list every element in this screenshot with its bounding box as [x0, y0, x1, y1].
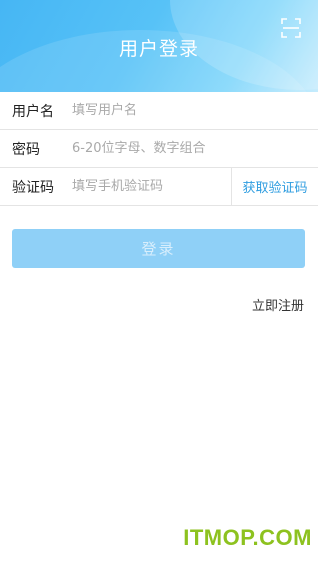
register-link[interactable]: 立即注册: [252, 295, 304, 314]
login-button[interactable]: 登录: [12, 229, 305, 268]
app-header: 用户登录: [0, 0, 318, 92]
password-input[interactable]: [72, 133, 318, 164]
verification-code-input[interactable]: [72, 171, 231, 202]
username-row: 用户名: [0, 92, 318, 130]
get-code-button[interactable]: 获取验证码: [231, 168, 318, 205]
password-label: 密码: [12, 141, 40, 158]
watermark-logo: ITMOP.COM: [183, 525, 312, 550]
password-row: 密码: [0, 130, 318, 168]
verification-code-row: 验证码 获取验证码: [0, 168, 318, 206]
verification-code-label: 验证码: [12, 179, 54, 196]
username-label: 用户名: [12, 103, 54, 120]
username-input[interactable]: [72, 95, 318, 126]
scan-icon[interactable]: [281, 18, 301, 38]
page-title: 用户登录: [118, 38, 199, 60]
login-form: 用户名 密码 验证码 获取验证码: [0, 92, 318, 206]
